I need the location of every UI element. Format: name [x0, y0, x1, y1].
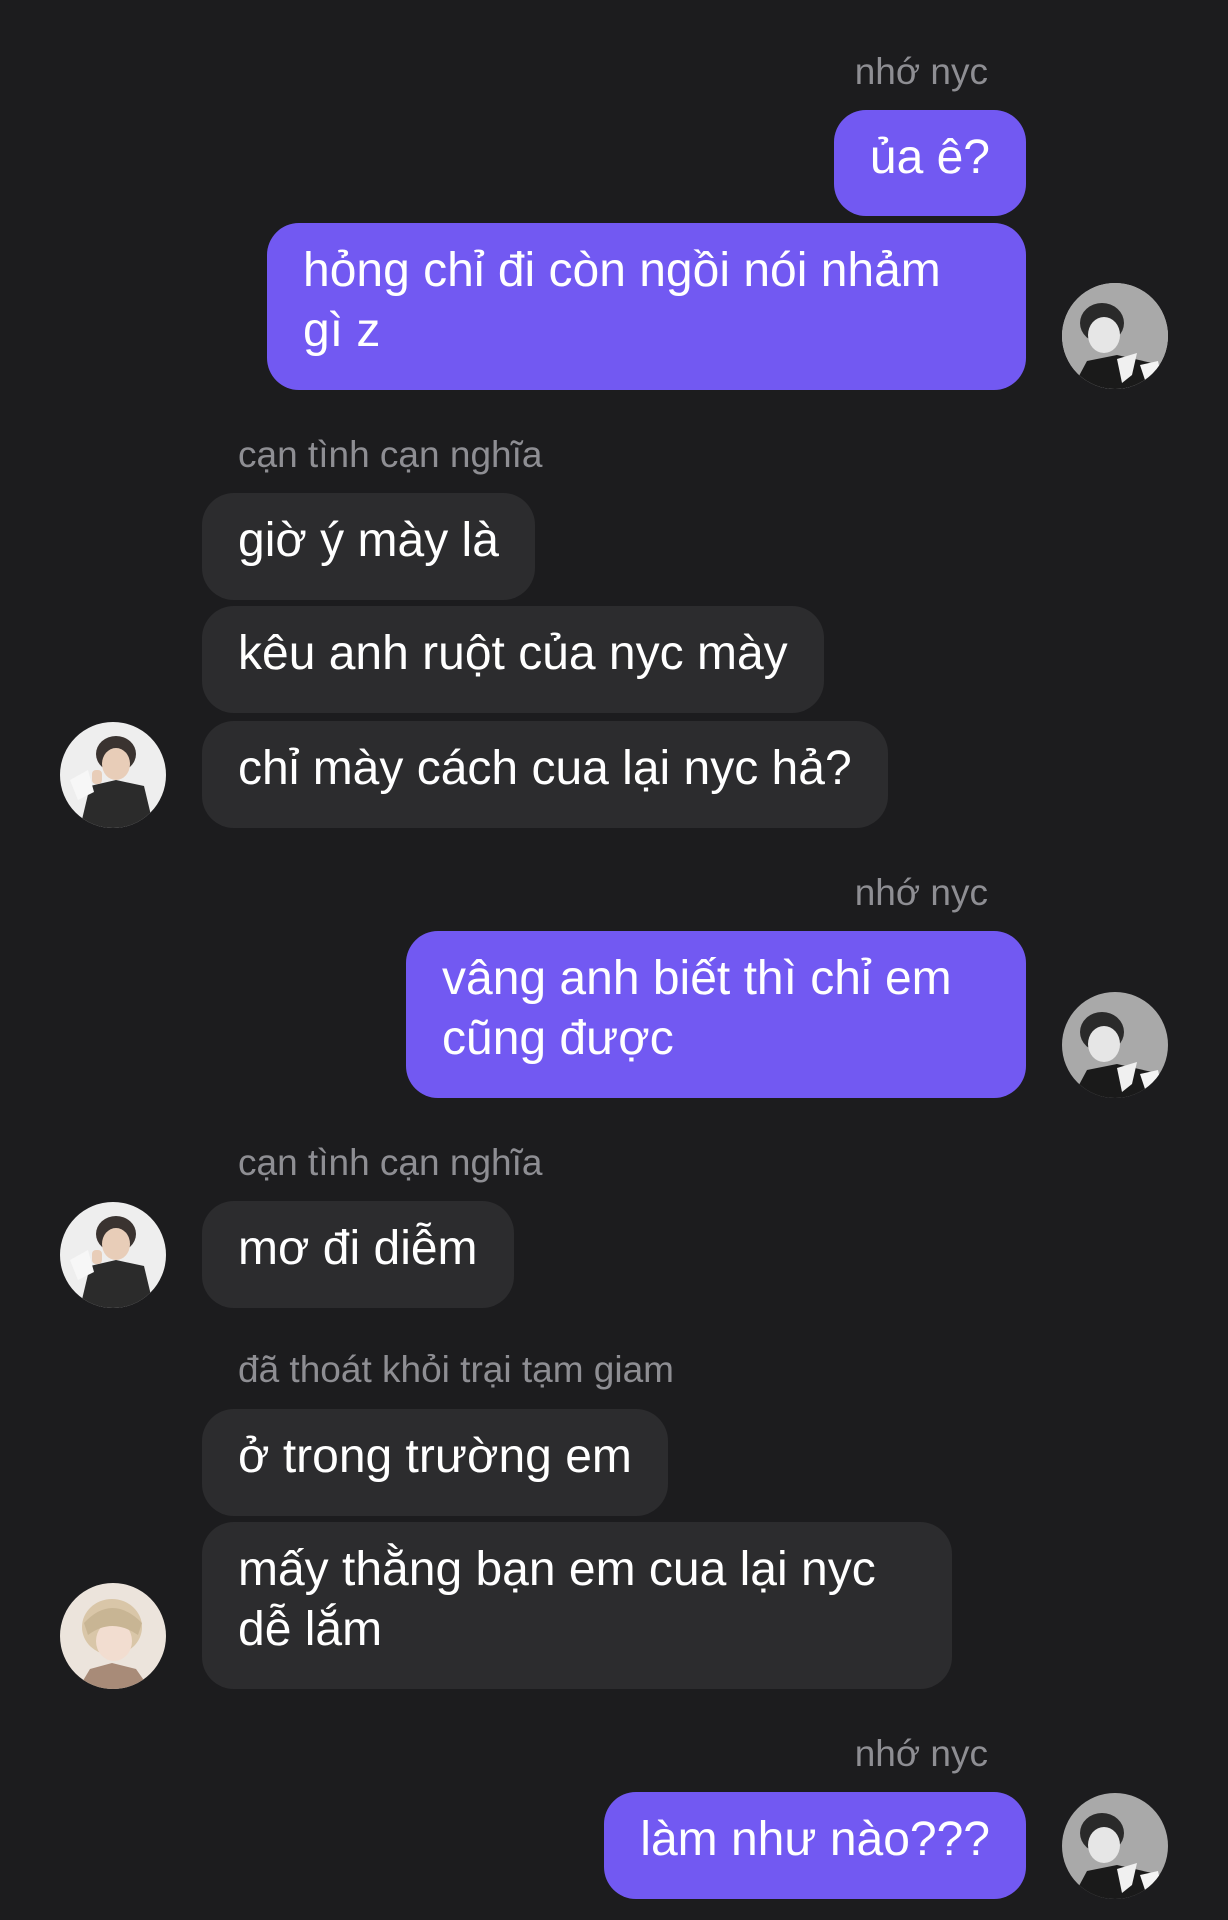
- avatar-photo-icon: [60, 1583, 166, 1689]
- message-bubble-incoming[interactable]: kêu anh ruột của nyc mày: [202, 606, 824, 713]
- message-bubble-incoming[interactable]: mấy thằng bạn em cua lại nyc dễ lắm: [202, 1522, 952, 1689]
- message-bubble-incoming[interactable]: mơ đi diễm: [202, 1201, 514, 1308]
- message-bubble-incoming[interactable]: chỉ mày cách cua lại nyc hả?: [202, 721, 888, 828]
- avatar-photo-icon: [60, 722, 166, 828]
- avatar-self[interactable]: [1062, 1793, 1168, 1899]
- avatar-self[interactable]: [1062, 283, 1168, 389]
- sender-name-friend: cạn tình cạn nghĩa: [238, 1142, 543, 1183]
- avatar-friend-1[interactable]: [60, 1202, 166, 1308]
- sender-name-self: nhớ nyc: [854, 51, 988, 92]
- avatar-photo-icon: [1062, 1793, 1168, 1899]
- sender-name-self: nhớ nyc: [854, 1733, 988, 1774]
- message-bubble-outgoing[interactable]: hỏng chỉ đi còn ngồi nói nhảm gì z: [267, 223, 1026, 390]
- avatar-photo-icon: [60, 1202, 166, 1308]
- message-bubble-incoming[interactable]: giờ ý mày là: [202, 493, 535, 600]
- avatar-friend-2[interactable]: [60, 1583, 166, 1689]
- avatar-photo-icon: [1062, 992, 1168, 1098]
- avatar-photo-icon: [1062, 283, 1168, 389]
- message-bubble-outgoing[interactable]: vâng anh biết thì chỉ em cũng được: [406, 931, 1026, 1098]
- message-bubble-incoming[interactable]: ở trong trường em: [202, 1409, 668, 1516]
- avatar-friend-1[interactable]: [60, 722, 166, 828]
- sender-name-self: nhớ nyc: [854, 872, 988, 913]
- sender-name-friend: đã thoát khỏi trại tạm giam: [238, 1349, 674, 1390]
- sender-name-friend: cạn tình cạn nghĩa: [238, 434, 543, 475]
- message-bubble-outgoing[interactable]: ủa ê?: [833, 110, 1026, 216]
- message-bubble-outgoing[interactable]: làm như nào???: [604, 1792, 1026, 1899]
- avatar-self[interactable]: [1062, 992, 1168, 1098]
